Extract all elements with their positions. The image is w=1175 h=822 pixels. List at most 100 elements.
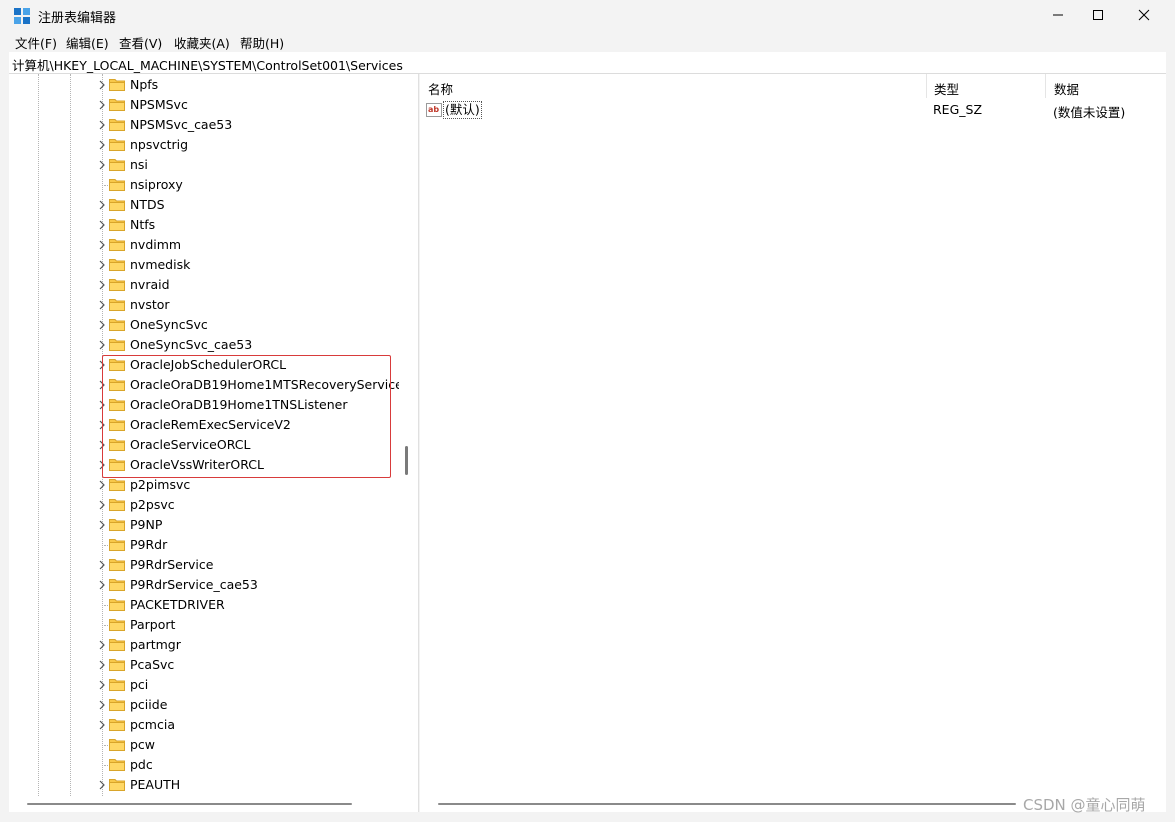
key-tree[interactable]: Npfs NPSMSvc NPSMSvc_cae53 npsvctrig nsi nsip… [9,74,399,812]
tree-item-label: p2pimsvc [130,477,191,492]
menu-edit[interactable]: 编辑(E) [66,33,109,52]
tree-item-label: OneSyncSvc [130,317,208,332]
chevron-right-icon[interactable] [96,779,108,791]
chevron-right-icon[interactable] [96,499,108,511]
tree-item[interactable]: Npfs [9,75,399,95]
pane-splitter[interactable] [399,74,419,812]
tree-item[interactable]: P9RdrService [9,555,399,575]
chevron-right-icon[interactable] [96,259,108,271]
folder-icon [109,119,125,131]
address-bar[interactable]: 计算机\HKEY_LOCAL_MACHINE\SYSTEM\ControlSet… [9,52,1166,74]
chevron-right-icon[interactable] [96,239,108,251]
folder-icon [109,659,125,671]
chevron-right-icon[interactable] [96,299,108,311]
folder-icon [109,259,125,271]
tree-item[interactable]: PEAUTH [9,775,399,795]
chevron-right-icon[interactable] [96,319,108,331]
menu-favorites[interactable]: 收藏夹(A) [174,33,230,52]
folder-icon [109,719,125,731]
tree-item-label: pdc [130,757,153,772]
tree-horizontal-scrollbar[interactable] [9,796,399,812]
tree-item[interactable]: nsi [9,155,399,175]
chevron-right-icon[interactable] [96,159,108,171]
chevron-right-icon[interactable] [96,559,108,571]
close-button[interactable] [1121,0,1167,30]
tree-item[interactable]: NPSMSvc [9,95,399,115]
tree-item[interactable]: NTDS [9,195,399,215]
tree-item-label: pci [130,677,149,692]
maximize-icon [1093,10,1103,20]
chevron-right-icon[interactable] [96,219,108,231]
chevron-right-icon[interactable] [96,99,108,111]
address-path: 计算机\HKEY_LOCAL_MACHINE\SYSTEM\ControlSet… [12,58,403,73]
tree-item[interactable]: PACKETDRIVER [9,595,399,615]
tree-item[interactable]: nvstor [9,295,399,315]
column-header-name[interactable]: 名称 [420,74,927,98]
chevron-right-icon[interactable] [96,639,108,651]
tree-item-label: NPSMSvc [130,97,188,112]
tree-item[interactable]: OneSyncSvc [9,315,399,335]
tree-item[interactable]: p2pimsvc [9,475,399,495]
column-label: 类型 [934,82,960,97]
value-list[interactable]: 名称 类型 数据 ab (默认) REG_SZ (数值未设置) [420,74,1166,812]
tree-item[interactable]: partmgr [9,635,399,655]
chevron-right-icon[interactable] [96,699,108,711]
splitter-divider [418,74,419,812]
tree-item[interactable]: pdc [9,755,399,775]
tree-item[interactable]: PcaSvc [9,655,399,675]
tree-item[interactable]: P9RdrService_cae53 [9,575,399,595]
chevron-right-icon[interactable] [96,719,108,731]
chevron-right-icon[interactable] [96,79,108,91]
menu-help[interactable]: 帮助(H) [240,33,284,52]
tree-item[interactable]: Parport [9,615,399,635]
scrollbar-thumb[interactable] [27,803,352,805]
tree-item-label: nvmedisk [130,257,191,272]
chevron-right-icon[interactable] [96,339,108,351]
tree-item-label: PACKETDRIVER [130,597,225,612]
tree-item[interactable]: Ntfs [9,215,399,235]
chevron-right-icon[interactable] [96,519,108,531]
value-name[interactable]: (默认) [443,101,482,119]
maximize-button[interactable] [1075,0,1121,30]
tree-item[interactable]: NPSMSvc_cae53 [9,115,399,135]
tree-item[interactable]: pcmcia [9,715,399,735]
folder-icon [109,319,125,331]
tree-item[interactable]: pciide [9,695,399,715]
chevron-right-icon[interactable] [96,139,108,151]
tree-item[interactable]: p2psvc [9,495,399,515]
chevron-right-icon[interactable] [96,679,108,691]
tree-item[interactable]: npsvctrig [9,135,399,155]
column-header-data[interactable]: 数据 [1046,74,1165,98]
folder-icon [109,639,125,651]
tree-item-label: Parport [130,617,176,632]
tree-item[interactable]: nvraid [9,275,399,295]
chevron-right-icon[interactable] [96,659,108,671]
chevron-right-icon[interactable] [96,119,108,131]
column-header-type[interactable]: 类型 [926,74,1046,98]
scrollbar-thumb[interactable] [438,803,1016,805]
tree-item[interactable]: P9NP [9,515,399,535]
tree-item[interactable]: P9Rdr [9,535,399,555]
folder-icon [109,619,125,631]
folder-icon [109,299,125,311]
svg-text:ab: ab [428,105,439,114]
folder-icon [109,739,125,751]
chevron-right-icon[interactable] [96,479,108,491]
value-row[interactable]: ab (默认) REG_SZ (数值未设置) [420,99,1166,121]
folder-icon [109,239,125,251]
tree-item[interactable]: nsiproxy [9,175,399,195]
tree-item-label: pcw [130,737,156,752]
tree-item[interactable]: pcw [9,735,399,755]
chevron-right-icon[interactable] [96,199,108,211]
folder-icon [109,279,125,291]
folder-icon [109,579,125,591]
menu-view[interactable]: 查看(V) [119,33,162,52]
menu-file[interactable]: 文件(F) [15,33,57,52]
chevron-right-icon[interactable] [96,579,108,591]
tree-item[interactable]: OneSyncSvc_cae53 [9,335,399,355]
tree-item[interactable]: nvdimm [9,235,399,255]
chevron-right-icon[interactable] [96,279,108,291]
tree-item[interactable]: nvmedisk [9,255,399,275]
splitter-handle[interactable] [405,446,408,475]
tree-item[interactable]: pci [9,675,399,695]
